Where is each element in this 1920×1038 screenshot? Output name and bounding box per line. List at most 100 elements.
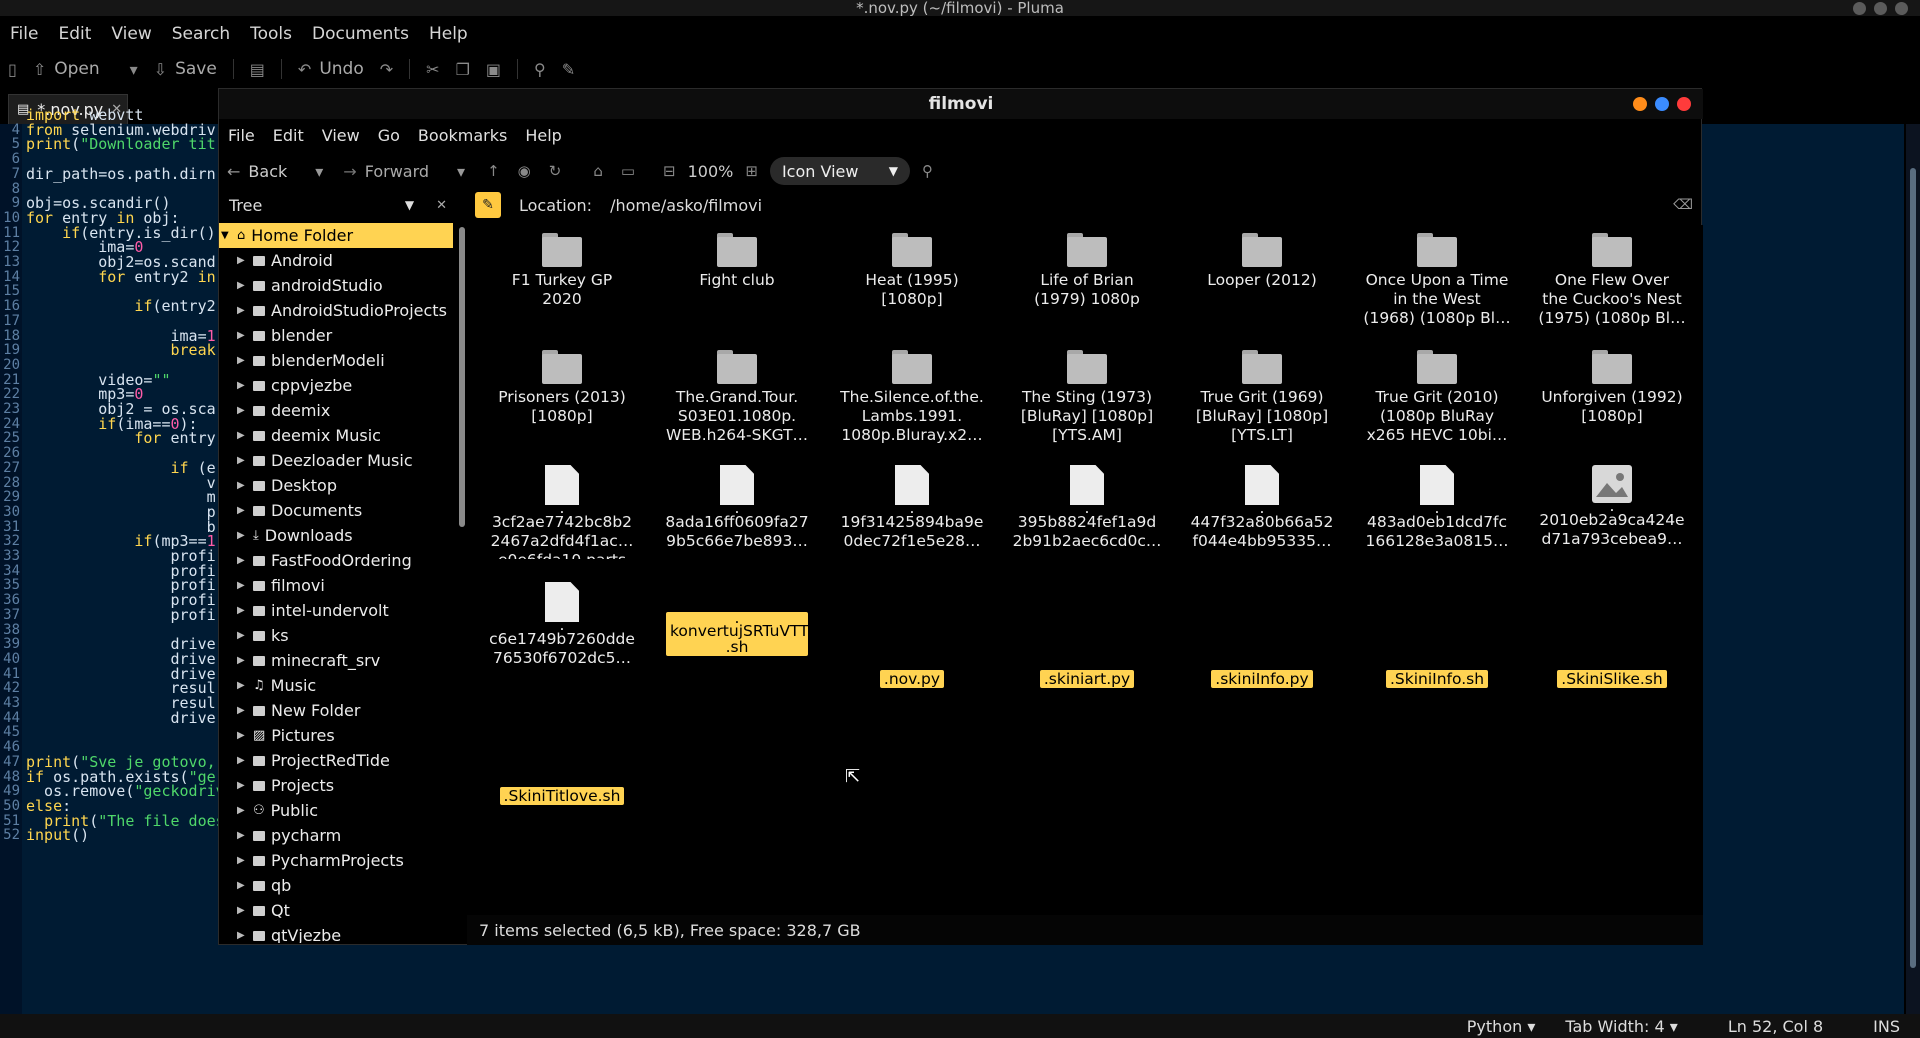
home-icon[interactable]: ⌂: [587, 162, 609, 180]
tree-item[interactable]: ▶ AndroidStudioProjects: [219, 298, 453, 323]
icon-view[interactable]: F1 Turkey GP 2020 Fight club Heat (1995) [10…: [467, 225, 1703, 915]
folder-item[interactable]: Prisoners (2013) [1080p]: [487, 348, 637, 426]
tree-item[interactable]: ▶ Desktop: [219, 473, 453, 498]
redo-button[interactable]: ↷: [372, 54, 401, 84]
tree-item[interactable]: ▶ pycharm: [219, 823, 453, 848]
chevron-down-icon[interactable]: ▾: [315, 162, 323, 181]
menu-tools[interactable]: Tools: [240, 24, 302, 44]
search-icon[interactable]: ⚲: [916, 162, 939, 180]
location-path[interactable]: /home/asko/filmovi: [610, 196, 762, 215]
edit-location-button[interactable]: ✎: [475, 192, 501, 218]
tree-item[interactable]: ▶ androidStudio: [219, 273, 453, 298]
file-item[interactable]: . 395b8824fef1a9d 2b91b2aec6cd0c…: [1012, 465, 1162, 551]
forward-button[interactable]: → Forward ▾: [343, 162, 465, 181]
menu-edit[interactable]: Edit: [264, 126, 313, 145]
minimize-button[interactable]: [1853, 2, 1866, 15]
folder-item[interactable]: True Grit (2010) (1080p BluRay x265 HEVC 1…: [1362, 348, 1512, 445]
tree-item[interactable]: ▶ PycharmProjects: [219, 848, 453, 873]
file-item[interactable]: .SkiniSlike.sh: [1537, 582, 1687, 689]
tree-item[interactable]: ▶ deemix: [219, 398, 453, 423]
up-arrow-icon[interactable]: ↑: [481, 162, 506, 180]
chevron-right-icon[interactable]: ▶: [237, 405, 253, 416]
tree-item[interactable]: ▶ intel-undervolt: [219, 598, 453, 623]
file-item[interactable]: . 2010eb2a9ca424e d71a793cebea9…: [1537, 465, 1687, 549]
folder-item[interactable]: Looper (2012): [1187, 231, 1337, 290]
file-item[interactable]: .3cf2ae7742bc8b22467a2dfd4f1ac…e0e6fda10…: [487, 465, 637, 559]
tree-item[interactable]: ▶ qb: [219, 873, 453, 898]
chevron-right-icon[interactable]: ▶: [237, 605, 253, 616]
chevron-right-icon[interactable]: ▶: [237, 355, 253, 366]
folder-item[interactable]: True Grit (1969) [BluRay] [1080p] [YTS.LT]: [1187, 348, 1337, 445]
tree-item[interactable]: ▶ qtVjezbe: [219, 923, 453, 943]
chevron-right-icon[interactable]: ▶: [237, 580, 253, 591]
close-button[interactable]: [1677, 97, 1691, 111]
folder-item[interactable]: F1 Turkey GP 2020: [487, 231, 637, 309]
print-button[interactable]: ▤: [242, 54, 273, 84]
tree-scrollbar[interactable]: [459, 227, 465, 527]
folder-item[interactable]: The Sting (1973) [BluRay] [1080p] [YTS.AM]: [1012, 348, 1162, 445]
close-icon[interactable]: ✕: [436, 198, 447, 213]
tree-item[interactable]: ▶ Android: [219, 248, 453, 273]
computer-icon[interactable]: ▭: [615, 162, 641, 180]
close-button[interactable]: [1895, 2, 1908, 15]
replace-button[interactable]: ✎: [554, 54, 583, 84]
menu-bookmarks[interactable]: Bookmarks: [409, 126, 516, 145]
folder-item[interactable]: Life of Brian (1979) 1080p: [1012, 231, 1162, 309]
minimize-button[interactable]: [1633, 97, 1647, 111]
chevron-right-icon[interactable]: ▶: [237, 930, 253, 941]
clear-icon[interactable]: ⌫: [1673, 197, 1693, 213]
menu-search[interactable]: Search: [162, 24, 240, 44]
open-button[interactable]: ⇧ Open ▾: [25, 54, 146, 84]
tree-item[interactable]: ▶ filmovi: [219, 573, 453, 598]
tree-item[interactable]: ▶ Deezloader Music: [219, 448, 453, 473]
tree-item[interactable]: ▶ ks: [219, 623, 453, 648]
tree-item[interactable]: ▶ blender: [219, 323, 453, 348]
maximize-button[interactable]: [1655, 97, 1669, 111]
menu-view[interactable]: View: [313, 126, 369, 145]
file-item[interactable]: . 8ada16ff0609fa27 9b5c66e7be893…: [662, 465, 812, 551]
find-button[interactable]: ⚲: [526, 54, 554, 84]
file-item[interactable]: .SkiniInfo.sh: [1362, 582, 1512, 689]
stop-icon[interactable]: ◉: [512, 162, 537, 180]
tab-width-selector[interactable]: Tab Width: 4 ▾: [1565, 1017, 1677, 1036]
zoom-out-icon[interactable]: ⊟: [657, 162, 682, 180]
chevron-right-icon[interactable]: ▶: [237, 280, 253, 291]
tree-item[interactable]: ▶ Qt: [219, 898, 453, 923]
chevron-right-icon[interactable]: ▶: [237, 380, 253, 391]
editor-scrollbar[interactable]: [1906, 124, 1920, 1014]
paste-button[interactable]: ▣: [478, 54, 509, 84]
menu-documents[interactable]: Documents: [302, 24, 419, 44]
file-item[interactable]: .SkiniTitlove.sh: [487, 699, 637, 806]
chevron-right-icon[interactable]: ▶: [237, 305, 253, 316]
chevron-right-icon[interactable]: ▶: [237, 755, 253, 766]
file-item[interactable]: . c6e1749b7260dde 76530f6702dc5…: [487, 582, 637, 668]
tree-item[interactable]: ▶ minecraft_srv: [219, 648, 453, 673]
tree-item[interactable]: ▶ ⚇ Public: [219, 798, 453, 823]
view-mode-select[interactable]: Icon View ▼: [769, 157, 910, 185]
file-item[interactable]: . 447f32a80b66a52 f044e4bb95335…: [1187, 465, 1337, 551]
file-item[interactable]: . 483ad0eb1dcd7fc 166128e3a0815…: [1362, 465, 1512, 551]
chevron-right-icon[interactable]: ▶: [237, 455, 253, 466]
menu-file[interactable]: File: [0, 24, 48, 44]
scrollbar-thumb[interactable]: [1910, 168, 1916, 968]
file-item[interactable]: .skiniart.py: [1012, 582, 1162, 689]
folder-item[interactable]: One Flew Over the Cuckoo's Nest (1975) (10…: [1537, 231, 1687, 328]
chevron-right-icon[interactable]: ▶: [237, 805, 253, 816]
folder-tree[interactable]: ▼ ⌂ Home Folder ▶ Android ▶ androidStudio ▶ Andr…: [219, 223, 457, 943]
new-button[interactable]: ▯: [0, 54, 25, 84]
tree-item[interactable]: ▼ ⌂ Home Folder: [219, 223, 453, 248]
chevron-right-icon[interactable]: ▶: [237, 730, 253, 741]
chevron-right-icon[interactable]: ▶: [237, 255, 253, 266]
chevron-right-icon[interactable]: ▶: [237, 630, 253, 641]
chevron-down-icon[interactable]: ▼: [221, 230, 237, 241]
reload-icon[interactable]: ↻: [543, 162, 568, 180]
maximize-button[interactable]: [1874, 2, 1887, 15]
file-item[interactable]: .skiniInfo.py: [1187, 582, 1337, 689]
chevron-right-icon[interactable]: ▶: [237, 505, 253, 516]
chevron-down-icon[interactable]: ▾: [457, 162, 465, 181]
back-button[interactable]: ← Back ▾: [227, 162, 323, 181]
menu-help[interactable]: Help: [419, 24, 478, 44]
tree-item[interactable]: ▶ Projects: [219, 773, 453, 798]
language-selector[interactable]: Python ▾: [1467, 1017, 1536, 1036]
chevron-right-icon[interactable]: ▶: [237, 830, 253, 841]
